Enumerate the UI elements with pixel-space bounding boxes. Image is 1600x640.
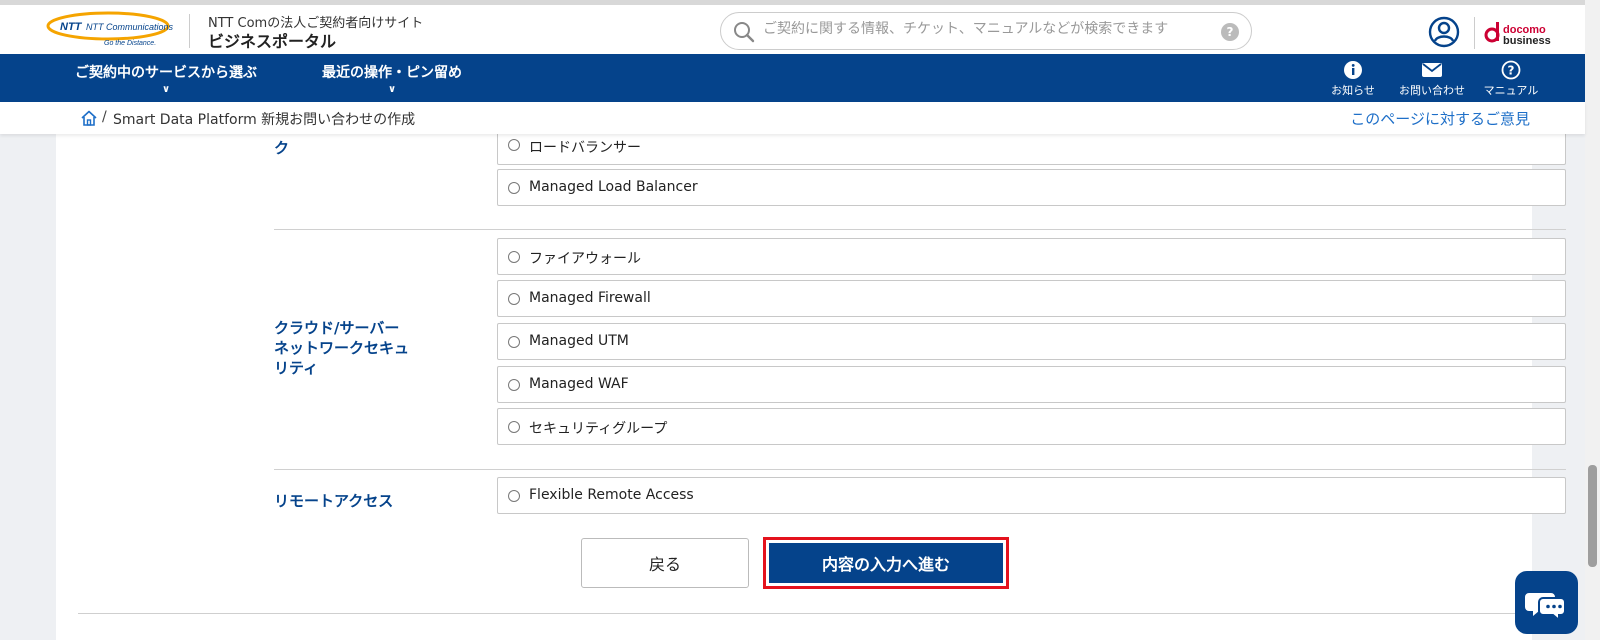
docomo-brand-bottom: business [1503,35,1551,47]
nav-label: ご契約中のサービスから選ぶ [75,65,257,81]
brand-tagline: Go the Distance. [104,40,156,47]
proceed-to-input-button[interactable]: 内容の入力へ進む [769,543,1003,583]
breadcrumb-current: Smart Data Platform 新規お問い合わせの作成 [113,112,416,128]
brand-divider [1474,17,1475,49]
search-help-icon[interactable]: ? [1221,23,1239,41]
option-label: Managed Load Balancer [529,179,698,195]
site-title[interactable]: ビジネスポータル [208,28,336,52]
brand-company: NTT Communications [86,22,174,32]
search-input[interactable] [763,21,1203,37]
option-security-group[interactable]: セキュリティグループ [497,408,1566,445]
site-header: NTT NTT Communications Go the Distance. … [0,0,1585,54]
nav-label: 最近の操作・ピン留め [322,65,462,81]
chevron-down-icon: ∨ [387,84,397,95]
search-box[interactable]: ? [720,12,1252,50]
ntt-communications-logo[interactable]: NTT NTT Communications Go the Distance. [46,11,174,47]
option-managed-load-balancer[interactable]: Managed Load Balancer [497,169,1566,206]
radio-button[interactable] [508,490,520,502]
option-label: セキュリティグループ [529,421,668,437]
mail-icon [1422,63,1442,77]
logo-divider [189,14,190,48]
nav-notifications[interactable]: お知らせ [1318,60,1388,98]
group-label-load-balancer: ク [274,139,290,157]
nav-recent-operations[interactable]: 最近の操作・ピン留め ∨ [322,62,462,96]
nav-manual[interactable]: ? マニュアル [1476,60,1546,98]
option-managed-waf[interactable]: Managed WAF [497,366,1566,403]
radio-button[interactable] [508,182,520,194]
option-flexible-remote-access[interactable]: Flexible Remote Access [497,477,1566,514]
page-feedback-link[interactable]: このページに対するご意見 [1350,108,1530,129]
radio-button[interactable] [508,379,520,391]
option-label: ロードバランサー [529,140,641,156]
page-scrollbar[interactable] [1585,0,1600,640]
nav-contact[interactable]: お問い合わせ [1397,60,1467,98]
group-label-remote-access: リモートアクセス [274,492,394,510]
chat-icon [1525,593,1566,623]
radio-button[interactable] [508,421,520,433]
radio-button[interactable] [508,139,520,151]
option-label: Managed Firewall [529,290,651,306]
option-label: Flexible Remote Access [529,487,694,503]
radio-button[interactable] [508,251,520,263]
option-label: Managed UTM [529,333,629,349]
nav-contact-label: お問い合わせ [1399,84,1465,97]
nav-notifications-label: お知らせ [1331,84,1375,97]
group-divider [274,229,1566,230]
option-firewall[interactable]: ファイアウォール [497,238,1566,275]
next-button-highlight: 内容の入力へ進む [763,537,1009,589]
option-label: ファイアウォール [529,251,641,267]
home-icon[interactable] [80,109,98,127]
back-button[interactable]: 戻る [581,538,749,588]
scrollbar-thumb[interactable] [1588,465,1597,567]
nav-contracted-services[interactable]: ご契約中のサービスから選ぶ ∨ [75,62,257,96]
info-icon [1344,61,1362,79]
docomo-business-logo[interactable]: docomo business [1484,19,1558,49]
option-managed-utm[interactable]: Managed UTM [497,323,1566,360]
group-divider [274,469,1566,470]
option-label: Managed WAF [529,376,629,392]
radio-button[interactable] [508,336,520,348]
chevron-down-icon: ∨ [161,84,171,95]
section-divider [78,613,1532,614]
breadcrumb: / Smart Data Platform 新規お問い合わせの作成 このページに… [0,102,1585,134]
option-managed-firewall[interactable]: Managed Firewall [497,280,1566,317]
nav-manual-label: マニュアル [1483,84,1539,97]
question-icon: ? [1501,60,1521,80]
svg-text:NTT: NTT [60,21,83,33]
main-nav: ご契約中のサービスから選ぶ ∨ 最近の操作・ピン留め ∨ お知らせ お問い合わせ… [0,54,1585,102]
search-icon[interactable] [733,21,755,43]
radio-button[interactable] [508,293,520,305]
chat-support-button[interactable] [1515,571,1578,634]
account-icon[interactable] [1428,16,1460,48]
group-label-network-security: クラウド/サーバー ネットワークセキュリティ [274,319,410,377]
breadcrumb-separator: / [102,109,107,125]
svg-text:?: ? [1508,64,1515,78]
